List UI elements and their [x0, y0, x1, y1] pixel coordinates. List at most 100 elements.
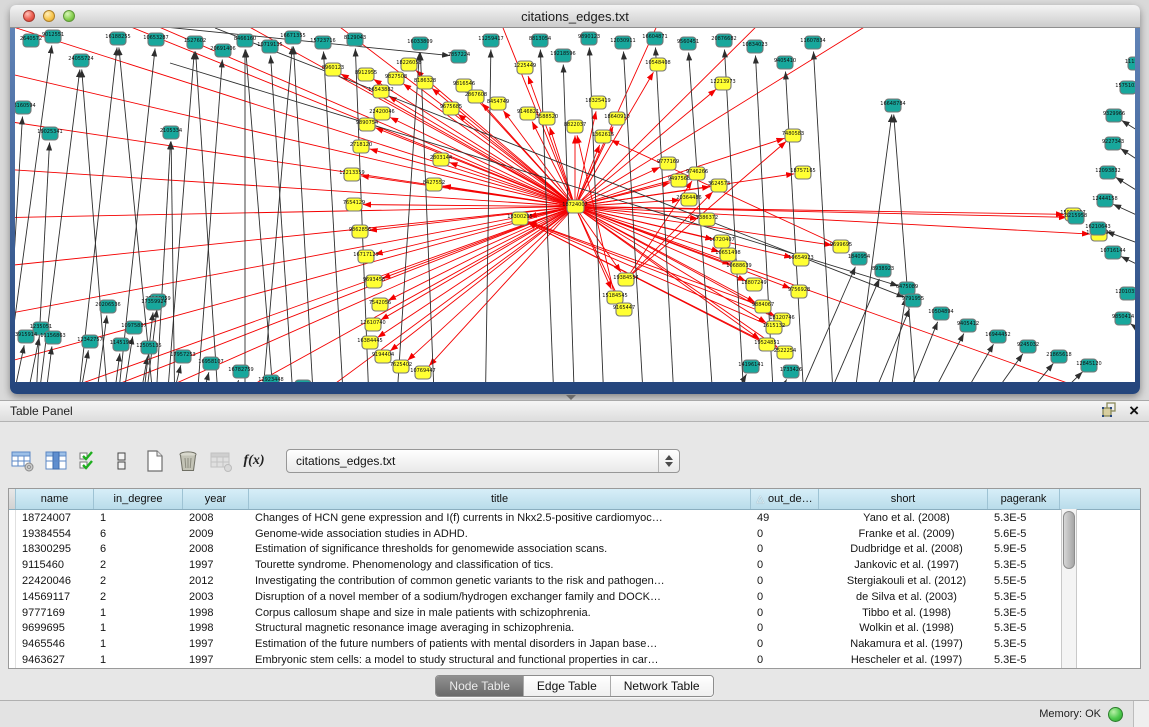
graph-edge-black[interactable]: [1000, 363, 1053, 382]
graph-edge-black[interactable]: [1116, 177, 1135, 208]
cell-year[interactable]: 2009: [183, 528, 249, 540]
column-header-title[interactable]: title: [249, 489, 751, 509]
graph-edge-black[interactable]: [246, 49, 275, 382]
cell-in_degree[interactable]: 2: [94, 591, 183, 603]
graph-edge-black[interactable]: [1025, 372, 1083, 382]
table-row[interactable]: 1938455462009Genome-wide association stu…: [9, 526, 1140, 542]
cell-in_degree[interactable]: 1: [94, 607, 183, 619]
cell-out_degree[interactable]: 0: [751, 654, 819, 666]
cell-pagerank[interactable]: 5.3E-5: [988, 638, 1060, 650]
cell-out_degree[interactable]: 0: [751, 559, 819, 571]
graph-edge-black[interactable]: [271, 55, 295, 382]
cell-out_degree[interactable]: 0: [751, 528, 819, 540]
cell-short[interactable]: de Silva et al. (2003): [819, 591, 988, 603]
graph-edge-red[interactable]: [575, 207, 1067, 218]
graph-edge-black[interactable]: [970, 354, 1023, 382]
cell-short[interactable]: Jankovic et al. (1997): [819, 559, 988, 571]
table-source-dropdown[interactable]: citations_edges.txt: [286, 449, 680, 473]
graph-edge-black[interactable]: [1130, 324, 1135, 348]
cell-name[interactable]: 9699695: [16, 622, 94, 634]
cell-short[interactable]: Yano et al. (2008): [819, 512, 988, 524]
column-header-year[interactable]: year: [183, 489, 249, 509]
network-canvas[interactable]: 1872400789601238912955182260589827508165…: [15, 28, 1135, 382]
cell-out_degree[interactable]: 0: [751, 638, 819, 650]
graph-edge-black[interactable]: [260, 46, 292, 382]
memory-status-indicator[interactable]: [1108, 707, 1123, 722]
cell-short[interactable]: Stergiakouli et al. (2012): [819, 575, 988, 587]
network-graph[interactable]: 1872400789601238912955182260589827508165…: [15, 28, 1135, 382]
cell-title[interactable]: Genome-wide association studies in ADHD.: [249, 528, 751, 540]
graph-edge-red[interactable]: [611, 140, 841, 246]
cell-pagerank[interactable]: 5.5E-5: [988, 575, 1060, 587]
cell-in_degree[interactable]: 1: [94, 638, 183, 650]
graph-edge-black[interactable]: [760, 379, 787, 382]
cell-pagerank[interactable]: 5.3E-5: [988, 622, 1060, 634]
table-row[interactable]: 977716911998Corpus callosum shape and si…: [9, 605, 1140, 621]
cell-year[interactable]: 1998: [183, 607, 249, 619]
graph-edge-black[interactable]: [1120, 148, 1135, 178]
cell-in_degree[interactable]: 2: [94, 575, 183, 587]
cell-pagerank[interactable]: 5.3E-5: [988, 607, 1060, 619]
cell-pagerank[interactable]: 5.6E-5: [988, 528, 1060, 540]
cell-out_degree[interactable]: 0: [751, 607, 819, 619]
cell-year[interactable]: 1998: [183, 622, 249, 634]
cell-title[interactable]: Changes of HCN gene expression and I(f) …: [249, 512, 751, 524]
cell-in_degree[interactable]: 6: [94, 543, 183, 555]
graph-edge-black[interactable]: [814, 51, 835, 382]
cell-pagerank[interactable]: 5.3E-5: [988, 559, 1060, 571]
cell-in_degree[interactable]: 6: [94, 528, 183, 540]
cell-title[interactable]: Structural magnetic resonance image aver…: [249, 622, 751, 634]
graph-edge-black[interactable]: [165, 365, 181, 382]
table-row[interactable]: 946362711997Embryonic stem cells: a mode…: [9, 652, 1140, 668]
cell-year[interactable]: 2003: [183, 591, 249, 603]
row-height-button[interactable]: [109, 448, 135, 474]
table-mode-button[interactable]: [10, 448, 36, 474]
cell-pagerank[interactable]: 5.3E-5: [988, 512, 1060, 524]
cell-short[interactable]: Hescheler et al. (1997): [819, 654, 988, 666]
table-row[interactable]: 969969511998Structural magnetic resonanc…: [9, 621, 1140, 637]
graph-edge-black[interactable]: [15, 345, 24, 382]
cell-short[interactable]: Tibbo et al. (1998): [819, 607, 988, 619]
table-row[interactable]: 1872400712008Changes of HCN gene express…: [9, 510, 1140, 526]
graph-edge-black[interactable]: [895, 322, 938, 382]
column-header-in_degree[interactable]: in_degree: [94, 489, 183, 509]
cell-year[interactable]: 1997: [183, 638, 249, 650]
table-row[interactable]: 2242004622012Investigating the contribut…: [9, 573, 1140, 589]
cell-name[interactable]: 22420046: [16, 575, 94, 587]
column-header-out_degree[interactable]: △out_de…: [751, 489, 819, 509]
cell-year[interactable]: 2012: [183, 575, 249, 587]
cell-in_degree[interactable]: 1: [94, 512, 183, 524]
new-document-button[interactable]: [142, 448, 168, 474]
cell-out_degree[interactable]: 0: [751, 622, 819, 634]
import-table-button-disabled[interactable]: [208, 448, 234, 474]
graph-edge-black[interactable]: [945, 344, 993, 382]
column-header-pagerank[interactable]: pagerank: [988, 489, 1060, 509]
cell-title[interactable]: Estimation of the future numbers of pati…: [249, 638, 751, 650]
graph-edge-black[interactable]: [420, 52, 435, 382]
cell-name[interactable]: 9463627: [16, 654, 94, 666]
graph-edge-black[interactable]: [815, 279, 879, 382]
cell-name[interactable]: 9777169: [16, 607, 94, 619]
resize-grip[interactable]: [1133, 701, 1149, 727]
graph-edge-black[interactable]: [196, 51, 220, 382]
table-row[interactable]: 946554611997Estimation of the future num…: [9, 636, 1140, 652]
graph-edge-black[interactable]: [885, 297, 906, 382]
float-window-icon[interactable]: [1102, 402, 1117, 420]
cell-short[interactable]: Franke et al. (2009): [819, 528, 988, 540]
cell-out_degree[interactable]: 0: [751, 591, 819, 603]
graph-edge-black[interactable]: [915, 333, 964, 382]
cell-name[interactable]: 9115460: [16, 559, 94, 571]
column-header-short[interactable]: short: [819, 489, 988, 509]
cell-in_degree[interactable]: 1: [94, 622, 183, 634]
cell-name[interactable]: 18300295: [16, 543, 94, 555]
cell-name[interactable]: 18724007: [16, 512, 94, 524]
cell-pagerank[interactable]: 5.9E-5: [988, 543, 1060, 555]
table-row[interactable]: 911546021997Tourette syndrome. Phenomeno…: [9, 557, 1140, 573]
graph-edge-red[interactable]: [575, 207, 791, 289]
cell-title[interactable]: Corpus callosum shape and size in male p…: [249, 607, 751, 619]
cell-title[interactable]: Tourette syndrome. Phenomenology and cla…: [249, 559, 751, 571]
graph-edge-black[interactable]: [355, 48, 370, 382]
graph-edge-black[interactable]: [894, 114, 917, 382]
graph-edge-black[interactable]: [1121, 256, 1135, 278]
cell-short[interactable]: Dudbridge et al. (2008): [819, 543, 988, 555]
